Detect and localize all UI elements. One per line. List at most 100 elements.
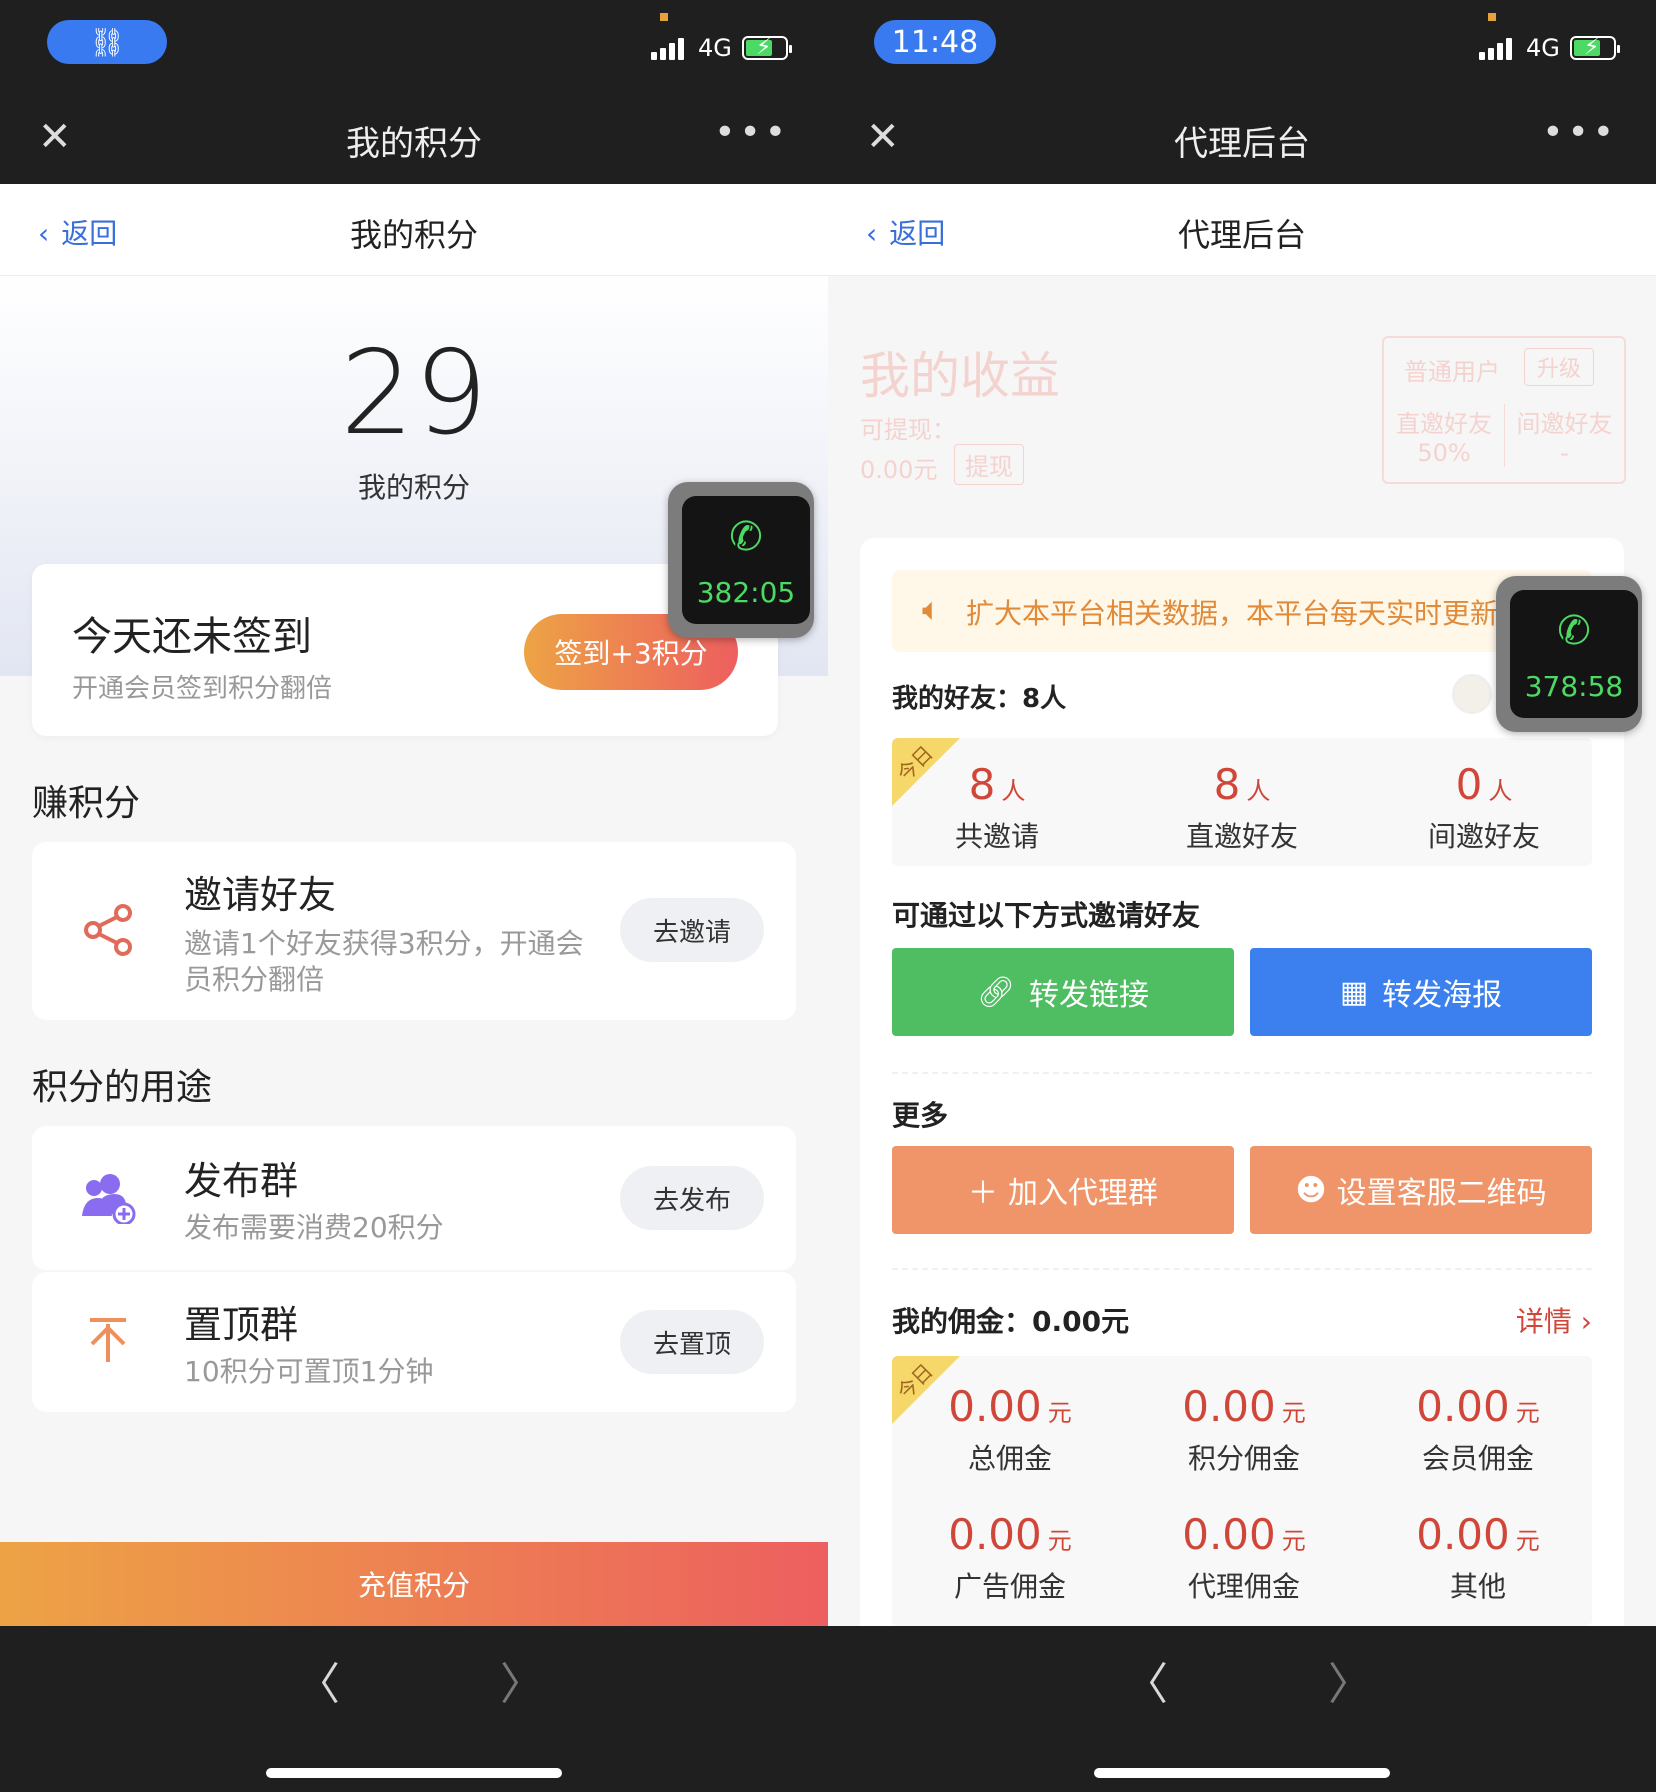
upgrade-button[interactable]: 升级 — [1524, 348, 1595, 386]
pin-top-icon — [80, 1312, 136, 1368]
browser-nav: 〈 〉 — [828, 1626, 1656, 1792]
status-bar: 11:48 4G ⚡ — [828, 0, 1656, 88]
withdraw-button[interactable]: 提现 — [954, 444, 1024, 485]
share-link-button[interactable]: 🔗︎ 转发链接 — [892, 948, 1234, 1036]
item-title: 发布群 — [184, 1159, 299, 1203]
invite-heading: 可通过以下方式邀请好友 — [892, 899, 1201, 932]
back-arrow-icon[interactable]: 〈 — [1124, 1648, 1168, 1712]
page-title: 我的积分 — [349, 216, 478, 254]
more-heading: 更多 — [892, 1099, 949, 1132]
network-label: 4G — [698, 34, 732, 62]
nav-bar: ‹ 返回 我的积分 — [0, 184, 828, 276]
earnings-header: 我的收益 可提现： 0.00元 提现 普通用户 升级 直邀好友 50% 间邀好友 - — [828, 276, 1656, 506]
wechat-header: ✕ 代理后台 ••• — [828, 88, 1656, 184]
call-float-window[interactable]: ✆ 382:05 — [668, 482, 814, 638]
forward-arrow-icon[interactable]: 〉 — [500, 1648, 544, 1712]
divider — [892, 1072, 1592, 1074]
item-desc: 邀请1个好友获得3积分，开通会员积分翻倍 — [184, 927, 584, 996]
qrcode-icon: ▦ — [1339, 974, 1369, 1010]
home-indicator[interactable] — [1094, 1768, 1390, 1778]
recharge-button[interactable]: 充值积分 — [0, 1542, 828, 1626]
back-arrow-icon[interactable]: 〈 — [296, 1648, 340, 1712]
item-title: 邀请好友 — [184, 873, 337, 917]
set-support-qr-button[interactable]: ☻ 设置客服二维码 — [1250, 1146, 1592, 1234]
pin-button[interactable]: 去置顶 — [620, 1310, 764, 1374]
battery-icon: ⚡ — [1570, 35, 1620, 60]
phone-icon: ✆ — [729, 514, 763, 560]
network-label: 4G — [1526, 34, 1560, 62]
friends-label: 我的好友：8人 — [892, 684, 1067, 714]
stat-total-commission: 0.00 元 总佣金 — [948, 1382, 1072, 1475]
speaker-icon: 🔈︎ — [922, 590, 942, 628]
call-float-window[interactable]: ✆ 378:58 — [1496, 576, 1642, 732]
earn-heading: 赚积分 — [32, 783, 141, 824]
more-icon[interactable]: ••• — [1542, 112, 1618, 153]
invite-button[interactable]: 去邀请 — [620, 898, 764, 962]
link-pill[interactable]: ⛓ — [47, 20, 167, 64]
phone-icon: ✆ — [1557, 608, 1591, 654]
plus-icon: ＋ — [968, 1176, 998, 1211]
item-title: 置顶群 — [184, 1303, 299, 1347]
share-icon — [80, 902, 136, 958]
level-label: 普通用户 — [1404, 358, 1500, 386]
earnings-title: 我的收益 — [860, 347, 1060, 405]
wechat-title: 我的积分 — [346, 124, 482, 164]
invite-friends-card: 邀请好友 邀请1个好友获得3积分，开通会员积分翻倍 去邀请 — [32, 842, 796, 1020]
stat-member-commission: 0.00 元 会员佣金 — [1416, 1382, 1540, 1475]
stat-ad-commission: 0.00 元 广告佣金 — [948, 1510, 1072, 1603]
page-content: ‹ 返回 代理后台 我的收益 可提现： 0.00元 提现 普通用户 升级 直邀好友… — [828, 184, 1656, 1626]
forward-arrow-icon[interactable]: 〉 — [1328, 1648, 1372, 1712]
wechat-header: ✕ 我的积分 ••• — [0, 88, 828, 184]
nav-bar: ‹ 返回 代理后台 — [828, 184, 1656, 276]
status-bar: ⛓ 4G ⚡ — [0, 0, 828, 88]
commission-row: 我的佣金：0.00元 详情 › — [892, 1294, 1592, 1344]
battery-icon: ⚡ — [742, 35, 792, 60]
stat-agent-commission: 0.00 元 代理佣金 — [1182, 1510, 1306, 1603]
share-poster-button[interactable]: ▦ 转发海报 — [1250, 948, 1592, 1036]
avatar — [1452, 674, 1492, 714]
item-desc: 发布需要消费20积分 — [184, 1211, 444, 1244]
group-add-icon — [80, 1170, 136, 1226]
wechat-title: 代理后台 — [1174, 124, 1310, 164]
direct-rate: 直邀好友 50% — [1396, 410, 1492, 467]
notice-bar: 🔈︎ 扩大本平台相关数据，本平台每天实时更新 — [892, 570, 1592, 652]
points-screen: ⛓ 4G ⚡ ✕ 我的积分 ••• ‹ 返回 我的积分 29 我的积分 今天还未签… — [0, 0, 828, 1792]
item-desc: 10积分可置顶1分钟 — [184, 1355, 434, 1388]
friends-stats: 今日 8人 共邀请 8人 直邀好友 0人 间邀好友 — [892, 738, 1592, 866]
sign-in-card: 今天还未签到 开通会员签到积分翻倍 签到+3积分 — [32, 564, 778, 736]
friends-row[interactable]: 我的好友：8人 — [892, 668, 1592, 728]
page-title: 代理后台 — [1177, 216, 1306, 254]
link-icon: 🔗︎ — [976, 974, 1016, 1010]
support-icon: ☻ — [1295, 1172, 1327, 1208]
level-box: 普通用户 升级 直邀好友 50% 间邀好友 - — [1382, 336, 1626, 484]
browser-nav: 〈 〉 — [0, 1626, 828, 1792]
stat-points-commission: 0.00 元 积分佣金 — [1182, 1382, 1306, 1475]
signal-icon — [651, 36, 684, 60]
commission-detail-link[interactable]: 详情 › — [1516, 1300, 1592, 1340]
call-duration: 378:58 — [1524, 670, 1624, 703]
publish-group-card: 发布群 发布需要消费20积分 去发布 — [32, 1126, 796, 1270]
sign-status: 今天还未签到 — [72, 614, 312, 660]
call-duration: 382:05 — [696, 576, 796, 609]
signal-icon — [1479, 36, 1512, 60]
join-agent-group-button[interactable]: ＋加入代理群 — [892, 1146, 1234, 1234]
publish-button[interactable]: 去发布 — [620, 1166, 764, 1230]
stat-indirect-invites: 0人 间邀好友 — [1427, 760, 1540, 853]
withdrawable-value: 0.00元 — [860, 456, 938, 484]
privacy-dot — [1488, 13, 1496, 21]
stat-total-invites: 8人 共邀请 — [954, 760, 1039, 853]
home-indicator[interactable] — [266, 1768, 562, 1778]
indirect-rate: 间邀好友 - — [1504, 404, 1624, 467]
link-icon: ⛓ — [89, 25, 125, 59]
commission-label: 我的佣金：0.00元 — [892, 1305, 1130, 1338]
divider — [892, 1268, 1592, 1270]
notice-text: 扩大本平台相关数据，本平台每天实时更新 — [966, 597, 1499, 630]
time-pill[interactable]: 11:48 — [874, 20, 996, 64]
pin-group-card: 置顶群 10积分可置顶1分钟 去置顶 — [32, 1272, 796, 1412]
use-heading: 积分的用途 — [32, 1067, 213, 1108]
more-icon[interactable]: ••• — [714, 112, 790, 153]
stat-direct-invites: 8人 直邀好友 — [1185, 760, 1298, 853]
sign-hint: 开通会员签到积分翻倍 — [72, 674, 333, 704]
page-content: ‹ 返回 我的积分 29 我的积分 今天还未签到 开通会员签到积分翻倍 签到+3积… — [0, 184, 828, 1626]
commission-stats: 今日 0.00 元 总佣金 0.00 元 积分佣金 0.00 元 会员佣金 0.00 元… — [892, 1356, 1592, 1626]
